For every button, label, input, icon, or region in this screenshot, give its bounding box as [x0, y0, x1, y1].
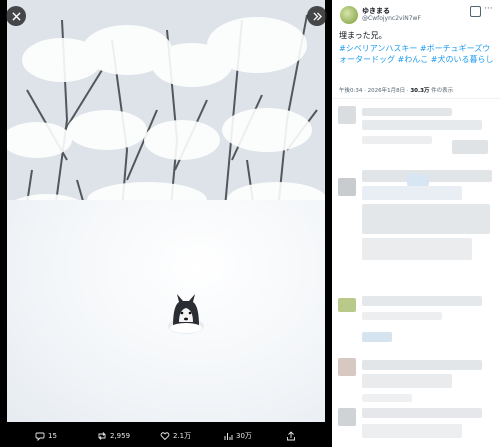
reply-line: [407, 174, 429, 186]
close-button[interactable]: [6, 6, 26, 26]
reply-line: [362, 204, 490, 234]
media-viewer: 15 2,959 2.1万 30万: [0, 0, 332, 447]
tweet-body: 埋まった兄。: [339, 31, 387, 40]
tweet-action-bar: 15 2,959 2.1万 30万: [0, 424, 332, 447]
tweet-hashtags[interactable]: #シベリアンハスキー #ボーチュギーズウォータードッグ #わんこ #犬のいる暮ら…: [339, 44, 494, 64]
reply-line: [362, 332, 392, 342]
reply-count: 15: [48, 431, 57, 440]
reply-line: [362, 394, 412, 402]
repost-icon: [98, 431, 106, 440]
reply-line: [362, 360, 482, 370]
views-button[interactable]: 30万: [223, 431, 252, 441]
share-icon: [287, 430, 295, 440]
reply-line: [362, 108, 452, 116]
reply-line: [362, 408, 482, 418]
heart-icon: [160, 431, 170, 440]
reply-button[interactable]: 15: [35, 431, 57, 441]
reply-line: [362, 296, 482, 306]
views-count: 30.3万: [410, 88, 430, 94]
husky-dog-image: [168, 294, 204, 334]
tweet-meta: 午後0:34 · 2026年1月8日 · 30.3万 件の表示: [339, 86, 497, 94]
avatar[interactable]: [340, 6, 358, 24]
like-count: 2.1万: [173, 431, 192, 440]
grok-icon[interactable]: [470, 6, 481, 17]
reply-line: [362, 424, 462, 438]
reply-line: [362, 136, 432, 144]
reply-avatar: [338, 298, 356, 312]
reply-line: [362, 186, 462, 200]
reply-line: [362, 374, 452, 388]
reply-line: [362, 312, 442, 320]
reply-line: [362, 120, 482, 130]
analytics-icon: [224, 432, 233, 440]
repost-count: 2,959: [110, 431, 131, 440]
chevron-double-right-icon: [312, 11, 322, 21]
more-options-icon[interactable]: ···: [484, 4, 493, 14]
divider: [332, 98, 500, 99]
share-button[interactable]: [286, 430, 299, 441]
tweet-text: 埋まった兄。 #シベリアンハスキー #ボーチュギーズウォータードッグ #わんこ …: [339, 30, 495, 65]
reply-avatar: [338, 178, 356, 196]
timestamp[interactable]: 午後0:34 · 2026年1月8日 ·: [339, 88, 410, 94]
reply-line: [452, 140, 488, 154]
reply-line: [362, 238, 472, 260]
reply-icon: [35, 432, 45, 441]
blurred-replies: [332, 100, 500, 447]
author-handle[interactable]: @Cwfojync2viN7wF: [362, 15, 421, 22]
reply-avatar: [338, 358, 356, 376]
expand-panel-button[interactable]: [307, 6, 327, 26]
repost-button[interactable]: 2,959: [97, 431, 130, 441]
tweet-photo[interactable]: [7, 0, 325, 422]
tweet-detail-panel: ゆきまる @Cwfojync2viN7wF ··· 埋まった兄。 #シベリアンハ…: [332, 0, 500, 447]
views-label: 件の表示: [429, 88, 454, 94]
view-count: 30万: [236, 431, 252, 440]
like-button[interactable]: 2.1万: [160, 431, 191, 441]
reply-avatar: [338, 408, 356, 426]
close-icon: [11, 11, 21, 21]
reply-avatar: [338, 106, 356, 124]
